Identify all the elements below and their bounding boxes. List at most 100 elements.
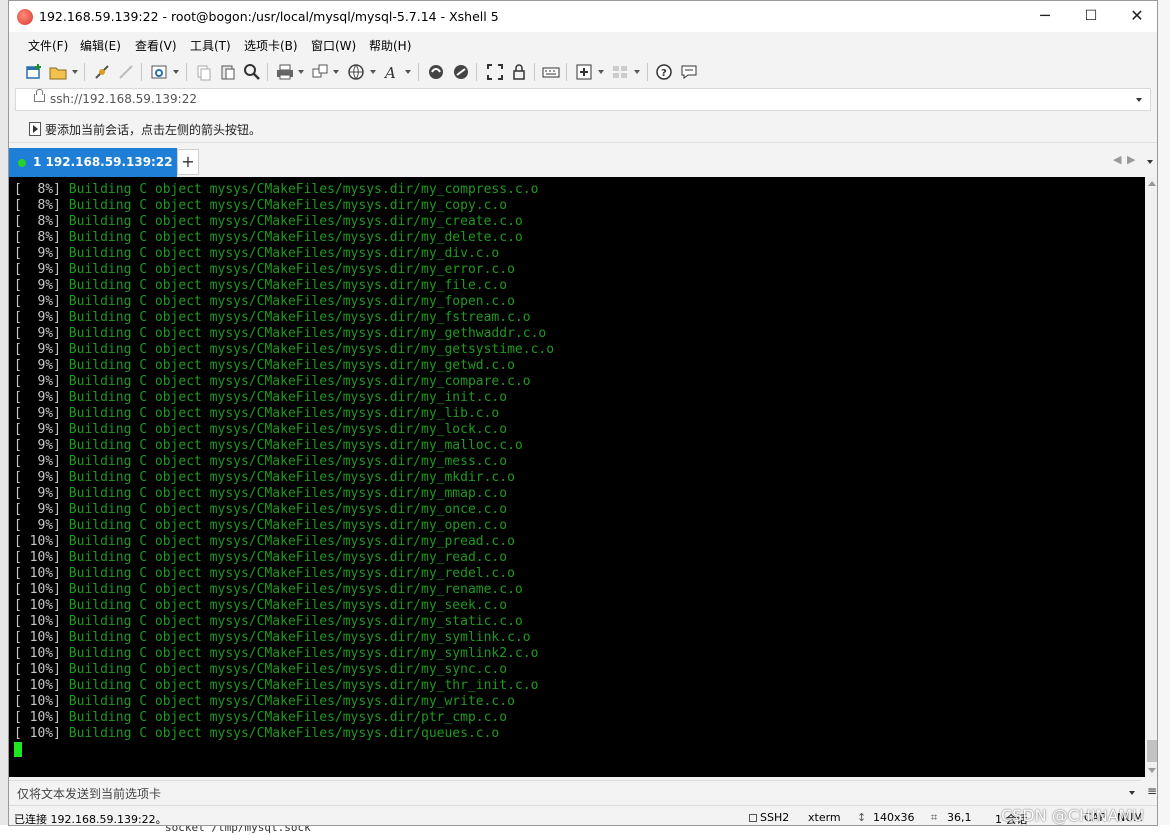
tab-prev-icon[interactable]: ◀: [1113, 153, 1121, 166]
toolbar-separator: [566, 63, 567, 81]
chat-icon[interactable]: [680, 63, 698, 81]
menu-tabs[interactable]: 选项卡(B): [244, 37, 298, 54]
build-message: Building C object mysys/CMakeFiles/mysys…: [68, 246, 500, 261]
open-folder-icon[interactable]: [49, 63, 67, 81]
build-message: Building C object mysys/CMakeFiles/mysys…: [68, 374, 531, 389]
build-message: Building C object mysys/CMakeFiles/mysys…: [68, 582, 523, 597]
terminal-line: [ 9%] Building C object mysys/CMakeFiles…: [14, 518, 554, 534]
close-button[interactable]: ✕: [1114, 1, 1157, 32]
background-bottom-text: socket /tmp/mysql.sock: [165, 825, 311, 834]
build-progress: [ 10%]: [14, 566, 61, 581]
terminal-area[interactable]: [ 8%] Building C object mysys/CMakeFiles…: [9, 177, 1145, 777]
menu-view[interactable]: 查看(V): [135, 37, 177, 54]
properties-icon[interactable]: [150, 63, 168, 81]
scroll-down-icon[interactable]: [1148, 768, 1156, 773]
build-message: Building C object mysys/CMakeFiles/mysys…: [68, 710, 508, 725]
disconnect-icon[interactable]: [117, 63, 135, 81]
background-app-bottom: socket /tmp/mysql.sock: [0, 825, 1170, 835]
copy-icon[interactable]: [195, 63, 213, 81]
properties-dropdown-icon[interactable]: [173, 70, 179, 74]
terminal-line: [ 10%] Building C object mysys/CMakeFile…: [14, 534, 554, 550]
layout-icon[interactable]: [611, 63, 629, 81]
window-title: 192.168.59.139:22 - root@bogon:/usr/loca…: [39, 9, 499, 24]
compose-menu-icon[interactable]: ≡: [1145, 780, 1157, 804]
print-dropdown-icon[interactable]: [298, 70, 304, 74]
new-session-icon[interactable]: [25, 63, 43, 81]
add-tab-dropdown-icon[interactable]: [598, 70, 604, 74]
build-message: Building C object mysys/CMakeFiles/mysys…: [68, 214, 523, 229]
menu-file[interactable]: 文件(F): [28, 37, 68, 54]
open-dropdown-icon[interactable]: [72, 70, 78, 74]
lock-icon[interactable]: [510, 63, 528, 81]
connect-icon[interactable]: [93, 63, 111, 81]
build-message: Building C object mysys/CMakeFiles/mysys…: [68, 662, 508, 677]
build-progress: [ 10%]: [14, 630, 61, 645]
build-message: Building C object mysys/CMakeFiles/mysys…: [68, 502, 508, 517]
add-session-arrow-icon[interactable]: [29, 122, 41, 136]
terminal-line: [ 10%] Building C object mysys/CMakeFile…: [14, 710, 554, 726]
compose-input[interactable]: 仅将文本发送到当前选项卡: [17, 785, 161, 802]
build-progress: [ 9%]: [14, 502, 61, 517]
fullscreen-icon[interactable]: [486, 63, 504, 81]
toolbar-separator: [418, 63, 419, 81]
minimize-button[interactable]: ─: [1022, 1, 1068, 32]
xftp-icon[interactable]: [427, 63, 445, 81]
font-icon[interactable]: A: [383, 63, 401, 81]
build-message: Building C object mysys/CMakeFiles/mysys…: [68, 550, 508, 565]
terminal-size-icon: ↕: [857, 811, 867, 824]
find-icon[interactable]: [243, 63, 261, 81]
build-message: Building C object mysys/CMakeFiles/mysys…: [68, 694, 515, 709]
address-dropdown-icon[interactable]: [1136, 98, 1142, 102]
terminal-line: [ 10%] Building C object mysys/CMakeFile…: [14, 566, 554, 582]
tab-next-icon[interactable]: ▶: [1127, 153, 1135, 166]
font-dropdown-icon[interactable]: [405, 70, 411, 74]
print-icon[interactable]: [276, 63, 294, 81]
xmanager-icon[interactable]: [452, 63, 470, 81]
menu-help[interactable]: 帮助(H): [369, 37, 411, 54]
toolbar-separator: [141, 63, 142, 81]
new-tab-button[interactable]: +: [177, 149, 199, 175]
scrollbar-thumb[interactable]: [1147, 740, 1157, 762]
build-progress: [ 9%]: [14, 406, 61, 421]
build-progress: [ 9%]: [14, 310, 61, 325]
build-progress: [ 9%]: [14, 326, 61, 341]
build-progress: [ 10%]: [14, 598, 61, 613]
build-message: Building C object mysys/CMakeFiles/mysys…: [68, 454, 508, 469]
scroll-up-icon[interactable]: [1148, 181, 1156, 186]
terminal-line: [ 9%] Building C object mysys/CMakeFiles…: [14, 438, 554, 454]
build-message: Building C object mysys/CMakeFiles/mysys…: [68, 678, 539, 693]
build-message: Building C object mysys/CMakeFiles/mysys…: [68, 390, 508, 405]
terminal-line: [ 10%] Building C object mysys/CMakeFile…: [14, 726, 554, 742]
tab-list-dropdown-icon[interactable]: [1147, 160, 1153, 164]
terminal-line: [ 10%] Building C object mysys/CMakeFile…: [14, 694, 554, 710]
terminal-size-status: 140x36: [873, 811, 915, 824]
toolbar-separator: [84, 63, 85, 81]
address-bar[interactable]: ssh://192.168.59.139:22: [15, 88, 1151, 111]
compose-bar[interactable]: 仅将文本发送到当前选项卡: [9, 780, 1141, 805]
add-tab-icon[interactable]: [575, 63, 593, 81]
toolbar-separator: [534, 63, 535, 81]
help-icon[interactable]: ?: [655, 63, 673, 81]
transfer-icon[interactable]: [311, 63, 329, 81]
cursor-position-icon: ⌗: [931, 811, 938, 824]
address-input[interactable]: ssh://192.168.59.139:22: [50, 92, 197, 106]
menu-edit[interactable]: 编辑(E): [80, 37, 121, 54]
globe-dropdown-icon[interactable]: [370, 70, 376, 74]
build-progress: [ 9%]: [14, 438, 61, 453]
paste-icon[interactable]: [219, 63, 237, 81]
build-progress: [ 9%]: [14, 278, 61, 293]
maximize-button[interactable]: ☐: [1068, 1, 1114, 32]
globe-icon[interactable]: [347, 63, 365, 81]
build-progress: [ 8%]: [14, 182, 61, 197]
keyboard-icon[interactable]: [542, 63, 560, 81]
compose-dropdown-icon[interactable]: [1129, 791, 1135, 795]
menu-window[interactable]: 窗口(W): [311, 37, 356, 54]
layout-dropdown-icon[interactable]: [634, 70, 640, 74]
terminal-scrollbar[interactable]: [1145, 177, 1157, 777]
menu-tools[interactable]: 工具(T): [190, 37, 231, 54]
toolbar: A ?: [9, 57, 1157, 87]
build-message: Building C object mysys/CMakeFiles/mysys…: [68, 326, 547, 341]
toolbar-separator: [647, 63, 648, 81]
tab-session-1[interactable]: 1 192.168.59.139:22: [9, 148, 177, 177]
transfer-dropdown-icon[interactable]: [333, 70, 339, 74]
